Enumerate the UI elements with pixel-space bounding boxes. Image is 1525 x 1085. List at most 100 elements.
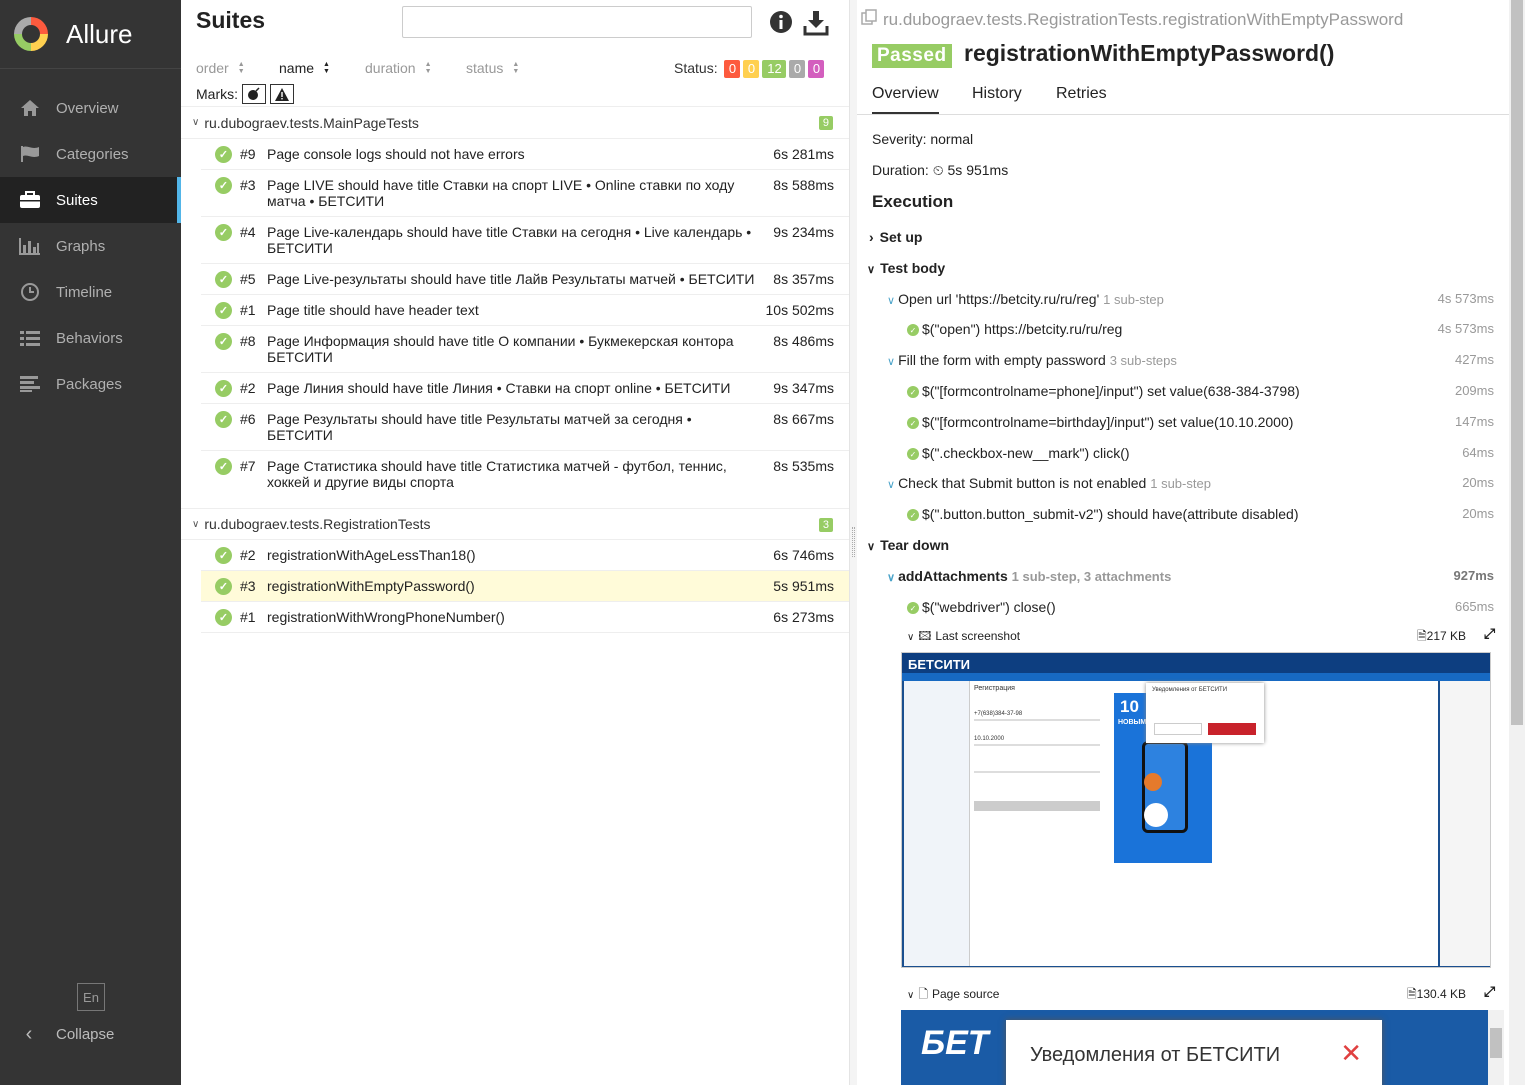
step-row[interactable]: ✓ $("[formcontrolname=phone]/input") set …: [907, 383, 1300, 399]
sort-status[interactable]: status ▲ ▼: [466, 60, 519, 76]
page-scrollbar-thumb[interactable]: [1511, 0, 1523, 725]
step-row[interactable]: ✓ $("[formcontrolname=birthday]/input") s…: [907, 414, 1293, 430]
step-time: 20ms: [1462, 506, 1494, 521]
teardown-section[interactable]: ∨ Tear down: [867, 537, 949, 553]
skipped-count-badge[interactable]: 0: [789, 60, 806, 78]
screenshot-nav: [902, 673, 1490, 681]
screenshot-phone: +7(638)384-37-98: [974, 711, 1023, 717]
code-file-icon: 🗋: [918, 987, 928, 1001]
test-number: #2: [240, 380, 256, 396]
step-row[interactable]: ∨ Check that Submit button is not enabled…: [887, 475, 1211, 491]
attachment-row[interactable]: ∨ 🗋 Page source: [907, 985, 999, 1006]
step-row[interactable]: ✓ $("open") https://betcity.ru/ru/reg: [907, 321, 1122, 337]
failed-count-badge[interactable]: 0: [724, 60, 741, 78]
step-row[interactable]: ∨ Open url 'https://betcity.ru/ru/reg' 1 …: [887, 291, 1164, 307]
test-duration: 6s 746ms: [773, 547, 834, 563]
test-row[interactable]: ✓ #7 Page Статистика should have title Ста…: [201, 451, 849, 508]
sidebar-item-categories[interactable]: Categories: [0, 131, 181, 177]
page-source-attachment[interactable]: БЕТ Уведомления от БЕТСИТИ ✕: [901, 1010, 1491, 1085]
chevron-down-icon: ∨: [192, 518, 200, 530]
step-time: 4s 573ms: [1437, 291, 1494, 306]
duration: Duration: ⏲ 5s 951ms: [872, 162, 1008, 179]
flag-icon: [19, 145, 41, 163]
step-row[interactable]: ✓ $(".checkbox-new__mark") click(): [907, 445, 1130, 461]
suite-group-header[interactable]: ∨ ru.dubograev.tests.RegistrationTests 3: [181, 508, 849, 540]
step-substeps: 1 sub-step, 3 attachments: [1011, 569, 1172, 584]
suites-header: Suites: [181, 0, 849, 52]
screenshot-field: [974, 744, 1100, 746]
step-time: 427ms: [1454, 352, 1494, 367]
broken-count-badge[interactable]: 0: [743, 60, 760, 78]
download-icon[interactable]: [803, 10, 829, 36]
test-name: registrationWithWrongPhoneNumber(): [267, 609, 505, 625]
test-number: #3: [240, 578, 256, 594]
chevron-down-icon: ∨: [907, 632, 915, 643]
attachment-name: Last screenshot: [935, 629, 1021, 643]
unknown-count-badge[interactable]: 0: [808, 60, 825, 78]
test-body-section[interactable]: ∨ Test body: [867, 260, 945, 276]
test-row[interactable]: ✓ #1 Page title should have header text 10s…: [201, 295, 849, 326]
info-icon[interactable]: [769, 10, 795, 36]
test-row[interactable]: ✓ #9 Page console logs should not have err…: [201, 139, 849, 170]
step-name: $(".checkbox-new__mark") click(): [922, 445, 1130, 461]
suite-group-header[interactable]: ∨ ru.dubograev.tests.MainPageTests 9: [181, 107, 849, 139]
test-row[interactable]: ✓ #2 registrationWithAgeLessThan18() 6s 746…: [201, 540, 849, 571]
sort-label: duration: [365, 60, 416, 76]
test-row[interactable]: ✓ #5 Page Live-результаты should have titl…: [201, 264, 849, 295]
step-time: 147ms: [1454, 414, 1494, 429]
sidebar-item-overview[interactable]: Overview: [0, 85, 181, 131]
passed-count-badge[interactable]: 12: [762, 60, 787, 78]
screenshot-right-column: [1438, 681, 1490, 966]
sort-duration[interactable]: duration ▲ ▼: [365, 60, 432, 76]
search-input[interactable]: [402, 6, 752, 38]
language-button[interactable]: En: [77, 983, 105, 1011]
test-row[interactable]: ✓ #8 Page Информация should have title О к…: [201, 326, 849, 373]
warning-icon[interactable]: [270, 84, 294, 104]
attachment-row[interactable]: ∨ 🖾 Last screenshot: [907, 627, 1020, 648]
screenshot-bday: 10.10.2000: [974, 736, 1005, 742]
expand-icon[interactable]: ⤢: [1484, 625, 1495, 642]
bomb-icon[interactable]: [242, 84, 266, 104]
test-row[interactable]: ✓ #3 Page LIVE should have title Ставки на…: [201, 170, 849, 217]
test-row[interactable]: ✓ #1 registrationWithWrongPhoneNumber() 6s …: [201, 602, 849, 633]
test-name: Page title should have header text: [267, 302, 479, 318]
step-name: addAttachments: [898, 568, 1008, 584]
test-duration: 9s 347ms: [773, 380, 834, 396]
step-row[interactable]: ∨ addAttachments 1 sub-step, 3 attachment…: [887, 568, 1171, 584]
sort-arrows-icon: ▲ ▼: [237, 61, 245, 75]
chevron-down-icon: ∨: [192, 117, 200, 128]
test-row[interactable]: ✓ #4 Page Live-календарь should have title…: [201, 217, 849, 264]
tab-overview[interactable]: Overview: [872, 85, 939, 114]
copy-icon[interactable]: [861, 9, 877, 30]
collapse-button[interactable]: ‹ Collapse: [19, 1020, 115, 1048]
expand-icon[interactable]: ⤢: [1484, 983, 1495, 1000]
test-row-selected[interactable]: ✓ #3 registrationWithEmptyPassword() 5s 951…: [201, 571, 849, 602]
step-row[interactable]: ✓ $(".button.button_submit-v2") should ha…: [907, 506, 1299, 522]
step-row[interactable]: ✓ $("webdriver") close(): [907, 599, 1056, 615]
page-source-dialog: Уведомления от БЕТСИТИ ✕: [1006, 1020, 1382, 1085]
step-name: Check that Submit button is not enabled: [898, 475, 1147, 491]
sort-name[interactable]: name ▲ ▼: [279, 60, 330, 76]
screenshot-attachment[interactable]: БЕТСИТИ Регистрация +7(638)384-37-98 10.…: [901, 652, 1491, 968]
test-name: Page LIVE should have title Ставки на сп…: [267, 177, 735, 209]
sidebar-item-timeline[interactable]: Timeline: [0, 269, 181, 315]
test-title: registrationWithEmptyPassword(): [964, 40, 1335, 66]
attachment-scrollbar-thumb[interactable]: [1490, 1028, 1502, 1058]
tab-history[interactable]: History: [972, 85, 1022, 112]
resize-grip-icon[interactable]: [852, 527, 855, 557]
briefcase-icon: [19, 191, 41, 209]
sort-order[interactable]: order ▲ ▼: [196, 60, 245, 76]
test-row[interactable]: ✓ #6 Page Результаты should have title Рез…: [201, 404, 849, 451]
test-name: Page Live-результаты should have title Л…: [267, 271, 755, 287]
test-number: #1: [240, 609, 256, 625]
sidebar-item-suites[interactable]: Suites: [0, 177, 181, 223]
setup-section[interactable]: › Set up: [869, 229, 922, 245]
brand[interactable]: Allure: [0, 0, 181, 69]
sidebar-item-graphs[interactable]: Graphs: [0, 223, 181, 269]
check-icon: ✓: [215, 302, 232, 319]
sidebar-item-packages[interactable]: Packages: [0, 361, 181, 407]
step-row[interactable]: ∨ Fill the form with empty password 3 sub…: [887, 352, 1177, 368]
test-row[interactable]: ✓ #2 Page Линия should have title Линия • …: [201, 373, 849, 404]
sidebar-item-behaviors[interactable]: Behaviors: [0, 315, 181, 361]
tab-retries[interactable]: Retries: [1056, 85, 1107, 112]
